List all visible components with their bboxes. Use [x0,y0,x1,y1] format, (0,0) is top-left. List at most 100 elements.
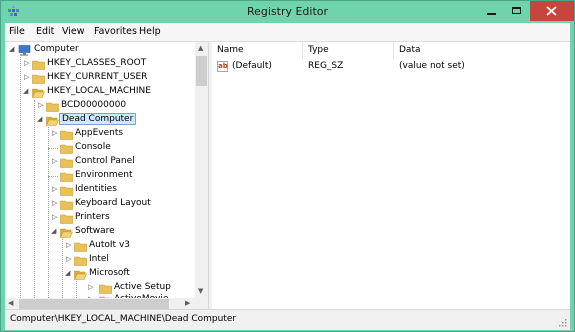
scroll-right-icon[interactable]: ▶ [185,299,190,307]
menu-favorites[interactable]: Favorites [94,26,137,37]
tree-item-label: HKEY_CLASSES_ROOT [47,58,147,68]
tree-item-label: Dead Computer [59,113,137,125]
folder-icon [60,172,73,182]
expand-arrow-icon[interactable]: ▷ [52,157,57,165]
menu-help[interactable]: Help [139,26,161,37]
tree-item-label: Microsoft [89,268,130,278]
folder-icon [74,256,87,266]
tree-item-intel[interactable]: ▷ Intel [5,254,195,267]
column-header-type[interactable]: Type [303,42,393,59]
folder-icon [32,74,45,84]
scroll-thumb[interactable] [19,299,169,309]
scroll-down-icon[interactable]: ▼ [198,287,203,295]
tree-item-keyboard-layout[interactable]: ▷ Keyboard Layout [5,198,195,211]
folder-icon [32,60,45,70]
tree-item-label: Control Panel [75,156,135,166]
menu-file[interactable]: File [9,26,25,37]
tree-item-label: Keyboard Layout [75,198,151,208]
minimize-button[interactable] [478,1,504,21]
tree-item-dead-computer[interactable]: ◢ Dead Computer [5,113,195,127]
scroll-left-icon[interactable]: ◀ [8,299,13,307]
scroll-up-icon[interactable]: ▲ [198,44,203,52]
resize-grip-icon[interactable] [558,318,568,328]
scroll-thumb[interactable] [196,56,207,86]
expand-arrow-icon[interactable]: ▷ [24,73,29,81]
open-folder-icon [60,228,73,238]
expand-arrow-icon[interactable]: ▷ [88,283,93,291]
tree-item-software[interactable]: ◢ Software [5,226,195,239]
computer-icon [18,45,31,56]
open-folder-icon [46,116,59,126]
expand-arrow-icon[interactable]: ▷ [52,185,57,193]
expand-arrow-icon[interactable]: ▷ [52,129,57,137]
tree-item-label: HKEY_LOCAL_MACHINE [47,86,151,96]
tree-vertical-scrollbar[interactable]: ▲ ▼ [195,42,208,298]
column-header-name[interactable]: Name [212,42,302,59]
tree-item-microsoft[interactable]: ◢ Microsoft [5,268,195,281]
tree-guide-line [48,148,58,149]
tree-item-label: Identities [75,184,117,194]
tree-item-label: Console [75,142,111,152]
collapse-arrow-icon[interactable]: ◢ [23,87,28,95]
string-value-icon: ab [217,61,228,72]
tree-item-autoit-v3[interactable]: ▷ AutoIt v3 [5,240,195,253]
menu-view[interactable]: View [62,26,85,37]
expand-arrow-icon[interactable]: ▷ [66,255,71,263]
collapse-arrow-icon[interactable]: ◢ [65,269,70,277]
folder-icon [60,158,73,168]
close-icon [546,6,557,16]
collapse-arrow-icon[interactable]: ◢ [51,227,56,235]
expand-arrow-icon[interactable]: ▷ [24,59,29,67]
tree-item-label: Printers [75,212,110,222]
folder-icon [60,186,73,196]
tree-item-hkey-classes-root[interactable]: ▷ HKEY_CLASSES_ROOT [5,58,195,71]
close-button[interactable] [530,1,574,21]
tree-item-computer[interactable]: ◢ Computer [5,44,195,57]
tree-item-label: AutoIt v3 [89,240,130,250]
tree-item-label: Intel [89,254,109,264]
tree-item-hkey-current-user[interactable]: ▷ HKEY_CURRENT_USER [5,72,195,85]
tree-item-environment[interactable]: Environment [5,170,195,183]
menu-edit[interactable]: Edit [36,26,54,37]
tree-item-label: Computer [34,44,79,54]
open-folder-icon [32,88,45,98]
client-area: ◢ Computer ▷ HKEY_CLASSES_ROOT ▷ HKEY_CU… [5,41,570,310]
collapse-arrow-icon[interactable]: ◢ [37,115,42,123]
folder-icon [60,144,73,154]
maximize-icon [512,7,521,14]
folder-icon [60,214,73,224]
title-bar[interactable]: Registry Editor [1,1,574,23]
column-header-data[interactable]: Data [394,42,570,59]
folder-icon [60,130,73,140]
value-data: (value not set) [399,61,465,71]
tree-item-label: AppEvents [75,128,124,138]
expand-arrow-icon[interactable]: ▷ [66,241,71,249]
expand-arrow-icon[interactable]: ▷ [52,199,57,207]
values-list[interactable]: Name Type Data ab (Default) REG_SZ (valu… [212,42,570,310]
registry-tree[interactable]: ◢ Computer ▷ HKEY_CLASSES_ROOT ▷ HKEY_CU… [5,42,208,310]
tree-item-hkey-local-machine[interactable]: ◢ HKEY_LOCAL_MACHINE [5,86,195,99]
maximize-button[interactable] [504,1,530,21]
tree-item-printers[interactable]: ▷ Printers [5,212,195,225]
registry-editor-window: Registry Editor File Edit View Favorites… [0,0,575,332]
value-type: REG_SZ [308,61,344,71]
tree-item-identities[interactable]: ▷ Identities [5,184,195,197]
open-folder-icon [74,270,87,280]
expand-arrow-icon[interactable]: ▷ [38,101,43,109]
value-name: (Default) [232,61,272,71]
status-path: Computer\HKEY_LOCAL_MACHINE\Dead Compute… [10,314,237,324]
tree-item-control-panel[interactable]: ▷ Control Panel [5,156,195,169]
value-row[interactable]: ab (Default) REG_SZ (value not set) [212,60,570,74]
tree-item-label: Software [75,226,115,236]
tree-item-label: BCD00000000 [61,100,127,110]
folder-icon [46,102,59,112]
tree-item-label: Environment [75,170,133,180]
expand-arrow-icon[interactable]: ▷ [52,213,57,221]
tree-item-bcd00000000[interactable]: ▷ BCD00000000 [5,100,195,113]
status-bar: Computer\HKEY_LOCAL_MACHINE\Dead Compute… [5,309,570,330]
tree-item-console[interactable]: Console [5,142,195,155]
menu-bar: File Edit View Favorites Help [5,23,570,41]
collapse-arrow-icon[interactable]: ◢ [9,45,14,53]
folder-icon [60,200,73,210]
tree-item-appevents[interactable]: ▷ AppEvents [5,128,195,141]
